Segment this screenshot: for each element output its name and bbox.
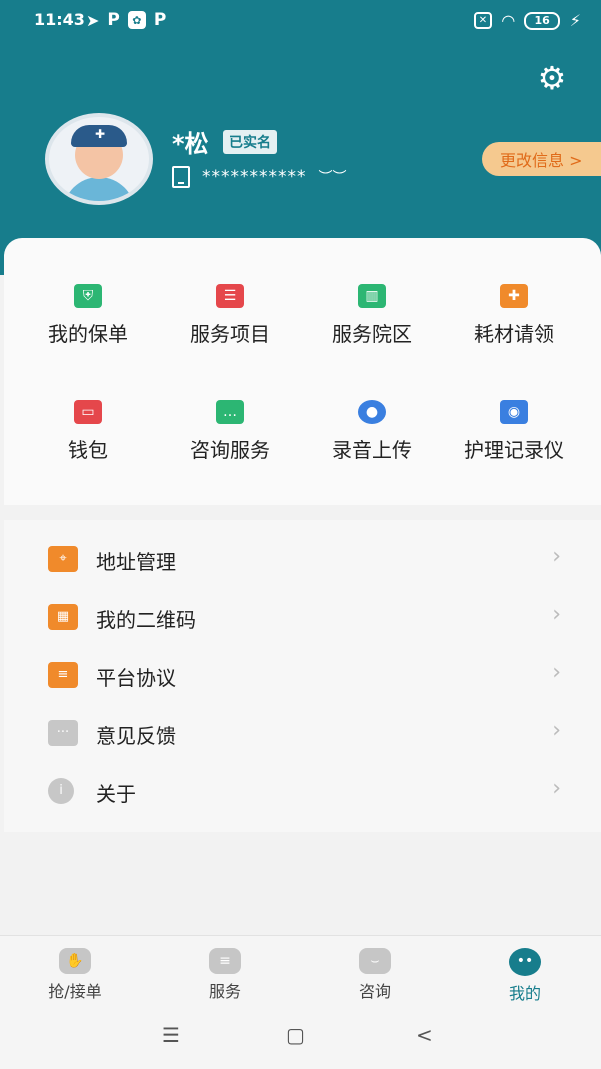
tab-consult[interactable]: ⌣ 咨询 <box>300 936 450 1008</box>
recent-apps-button[interactable]: ☰ <box>162 1023 180 1047</box>
chevron-right-icon: › <box>552 776 561 801</box>
charging-icon: ⚡ <box>569 11 581 30</box>
menu-item-address[interactable]: ⌖ 地址管理 › <box>4 534 601 592</box>
back-button[interactable]: < <box>416 1023 433 1047</box>
no-sim-icon: ✕ <box>473 12 493 29</box>
avatar[interactable]: ✚ <box>45 113 153 205</box>
menu-item-label: 地址管理 <box>96 550 176 574</box>
menu-item-agreement[interactable]: ≡ 平台协议 › <box>4 650 601 708</box>
grid-item-policy[interactable]: ⛨ 我的保单 <box>18 284 158 347</box>
grid-item-label: 录音上传 <box>332 438 412 462</box>
grid-item-supplies[interactable]: ✚ 耗材请领 <box>444 284 584 347</box>
tab-service[interactable]: ≡ 服务 <box>150 936 300 1008</box>
parking-app-icon-2: P <box>153 10 167 30</box>
chevron-right-icon: › <box>552 602 561 627</box>
profile-header: 11:43 ➤ P ✿ P ✕ ◠ 16 ⚡ ⚙ ✚ *松 已实名 ******… <box>0 0 601 275</box>
hand-icon: ✋ <box>59 948 91 974</box>
grid-item-label: 服务项目 <box>190 322 270 346</box>
user-name: *松 <box>172 130 209 158</box>
wallet-icon: ▭ <box>74 400 102 424</box>
status-right-icons: ✕ ◠ 16 ⚡ <box>473 11 581 30</box>
home-button[interactable]: ▢ <box>286 1023 305 1047</box>
tab-label: 抢/接单 <box>48 982 102 1001</box>
menu-item-label: 关于 <box>96 782 136 806</box>
feedback-icon: ··· <box>48 720 78 746</box>
chevron-right-icon: › <box>552 660 561 685</box>
folder-list-icon: ☰ <box>216 284 244 308</box>
wifi-icon: ◠ <box>502 11 515 30</box>
tab-label: 我的 <box>508 984 541 1003</box>
tab-grab-order[interactable]: ✋ 抢/接单 <box>0 936 150 1008</box>
edit-info-button[interactable]: 更改信息 > <box>482 142 601 176</box>
tab-label: 服务 <box>208 982 241 1001</box>
phone-number: *********** <box>202 167 307 187</box>
grid-item-consult[interactable]: … 咨询服务 <box>160 400 300 463</box>
phone-icon <box>172 166 190 188</box>
grid-item-wallet[interactable]: ▭ 钱包 <box>18 400 158 463</box>
menu-item-feedback[interactable]: ··· 意见反馈 › <box>4 708 601 766</box>
grid-item-label: 护理记录仪 <box>464 438 564 462</box>
chat-icon: … <box>216 400 244 424</box>
agreement-icon: ≡ <box>48 662 78 688</box>
system-nav-bar: ☰ ▢ < <box>0 1007 601 1069</box>
menu-item-label: 我的二维码 <box>96 608 196 632</box>
service-icon: ≡ <box>209 948 241 974</box>
building-icon: ▥ <box>358 284 386 308</box>
avatar-cross-icon: ✚ <box>95 127 106 141</box>
function-grid: ⛨ 我的保单 ☰ 服务项目 ▥ 服务院区 ✚ 耗材请领 ▭ 钱包 … 咨询服务 … <box>4 238 601 505</box>
menu-item-qrcode[interactable]: ▦ 我的二维码 › <box>4 592 601 650</box>
avatar-body <box>63 177 135 201</box>
profile-icon: •• <box>509 948 541 976</box>
bottom-tab-bar: ✋ 抢/接单 ≡ 服务 ⌣ 咨询 •• 我的 <box>0 935 601 1008</box>
grid-item-label: 我的保单 <box>48 322 128 346</box>
qrcode-icon: ▦ <box>48 604 78 630</box>
chevron-right-icon: › <box>552 718 561 743</box>
medkit-icon: ✚ <box>500 284 528 308</box>
app-icon: ✿ <box>127 11 146 29</box>
info-icon: i <box>48 778 74 804</box>
grid-item-service-projects[interactable]: ☰ 服务项目 <box>160 284 300 347</box>
policy-shield-icon: ⛨ <box>74 284 102 308</box>
consult-icon: ⌣ <box>359 948 391 974</box>
grid-item-label: 咨询服务 <box>190 438 270 462</box>
menu-item-about[interactable]: i 关于 › <box>4 766 601 824</box>
status-bar: 11:43 ➤ P ✿ P ✕ ◠ 16 ⚡ <box>0 0 601 40</box>
grid-item-hospital-area[interactable]: ▥ 服务院区 <box>302 284 442 347</box>
battery-icon: 16 <box>524 11 560 30</box>
grid-item-label: 服务院区 <box>332 322 412 346</box>
settings-menu: ⌖ 地址管理 › ▦ 我的二维码 › ≡ 平台协议 › ··· 意见反馈 › i… <box>4 520 601 832</box>
microphone-icon: ● <box>358 400 386 424</box>
grid-item-label: 钱包 <box>68 438 108 462</box>
menu-item-label: 平台协议 <box>96 666 176 690</box>
address-icon: ⌖ <box>48 546 78 572</box>
tab-label: 咨询 <box>358 982 391 1001</box>
tab-mine[interactable]: •• 我的 <box>450 936 600 1008</box>
grid-item-recorder[interactable]: ◉ 护理记录仪 <box>444 400 584 463</box>
menu-item-label: 意见反馈 <box>96 724 176 748</box>
parking-app-icon: P <box>107 10 120 30</box>
phone-row: *********** ︶︶ <box>172 166 347 188</box>
settings-gear-icon[interactable]: ⚙ <box>536 62 568 94</box>
status-time: 11:43 <box>34 10 85 29</box>
chevron-right-icon: › <box>552 544 561 569</box>
grid-item-label: 耗材请领 <box>474 322 554 346</box>
verified-badge: 已实名 <box>223 130 277 154</box>
eye-closed-icon[interactable]: ︶︶ <box>319 167 347 187</box>
location-arrow-icon: ➤ <box>86 10 100 30</box>
status-left-icons: ➤ P ✿ P <box>86 10 166 30</box>
grid-item-recording[interactable]: ● 录音上传 <box>302 400 442 463</box>
recorder-icon: ◉ <box>500 400 528 424</box>
